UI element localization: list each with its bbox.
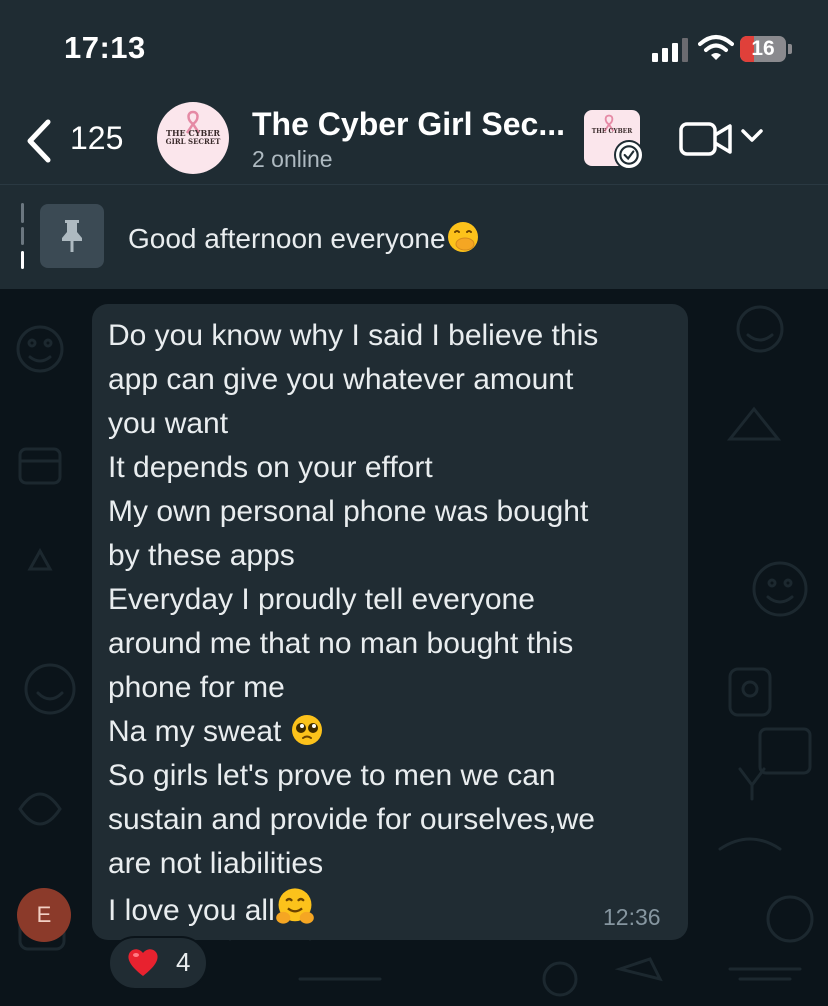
online-status: 2 online xyxy=(252,146,333,172)
message-line: around me that no man bought this xyxy=(108,627,574,660)
message-line: phone for me xyxy=(108,671,285,704)
pinned-indicator xyxy=(21,203,24,269)
message-line: Everyday I proudly tell everyone xyxy=(108,583,535,616)
sender-avatar[interactable]: E xyxy=(17,888,71,942)
message-line: Do you know why I said I believe this xyxy=(108,319,599,352)
message-line: are not liabilities xyxy=(108,847,324,880)
message-line-with-emoji: Na my sweat xyxy=(108,710,678,754)
pinned-text-content: Good afternoon everyone xyxy=(128,223,446,254)
pinned-message-text: Good afternoon everyone xyxy=(128,220,480,255)
cellular-signal-icon xyxy=(652,38,690,62)
verified-badge-icon xyxy=(614,140,644,170)
face-with-hand-over-mouth-icon xyxy=(447,222,478,252)
group-avatar[interactable]: THE CYBER GIRL SECRET xyxy=(157,102,229,174)
message-line: So girls let's prove to men we can xyxy=(108,759,556,792)
chat-header: 17:13 16 125 THE CYBER GIRL SECRET The C… xyxy=(0,0,828,184)
chevron-down-icon[interactable] xyxy=(740,128,764,144)
red-heart-icon xyxy=(128,949,158,976)
message-line: Na my sweat xyxy=(108,715,290,748)
message-line: app can give you whatever amount xyxy=(108,363,574,396)
hugging-face-icon xyxy=(275,888,314,924)
message-line: I love you all xyxy=(108,894,275,927)
group-title[interactable]: The Cyber Girl Sec... xyxy=(252,106,565,143)
back-chevron-icon[interactable] xyxy=(24,118,54,164)
pin-icon-box xyxy=(40,204,104,268)
back-unread-count[interactable]: 125 xyxy=(70,120,123,157)
message-timestamp: 12:36 xyxy=(603,904,661,930)
community-logo-text: THE CYBER xyxy=(591,128,633,135)
battery-tip xyxy=(788,44,792,54)
pin-icon xyxy=(62,220,82,252)
message-line-with-emoji: I love you all xyxy=(108,886,678,933)
message-line: by these apps xyxy=(108,539,295,572)
wifi-icon xyxy=(698,35,734,60)
avatar-logo-line2: GIRL SECRET xyxy=(165,137,221,146)
message-line: My own personal phone was bought xyxy=(108,495,589,528)
message-text: Do you know why I said I believe this ap… xyxy=(108,314,678,933)
status-time: 17:13 xyxy=(64,30,146,65)
status-bar: 17:13 16 xyxy=(0,0,828,100)
battery-icon: 16 xyxy=(740,36,786,62)
message-line: you want xyxy=(108,407,229,440)
reaction-count: 4 xyxy=(176,947,191,977)
message-line: sustain and provide for ourselves,we xyxy=(108,803,595,836)
battery-percentage: 16 xyxy=(751,37,775,60)
pleading-face-icon xyxy=(291,715,322,745)
video-call-icon[interactable] xyxy=(678,120,734,158)
message-line: It depends on your effort xyxy=(108,451,433,484)
